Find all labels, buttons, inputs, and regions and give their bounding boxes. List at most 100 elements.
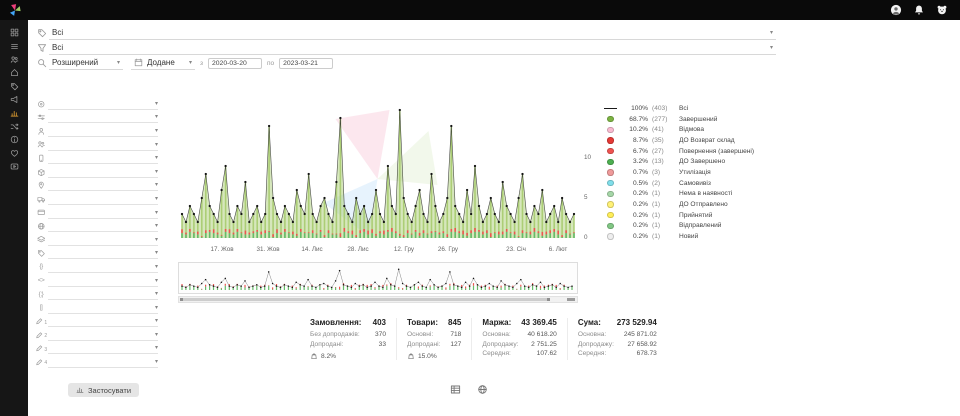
stats-col-orders: Замовлення:403Без допродажів:370Допродан… <box>300 318 396 360</box>
chevron-down-icon: ▾ <box>189 59 192 66</box>
filter-select-custom-field-1[interactable]: ▾ <box>48 261 158 273</box>
sidebar-item-support[interactable] <box>3 148 25 159</box>
table-view-icon[interactable] <box>450 384 461 395</box>
filter-select-tags[interactable]: ▾ <box>48 247 158 259</box>
filter-select-custom-field-4[interactable]: ▾ <box>48 302 158 314</box>
sidebar-item-customers[interactable] <box>3 54 25 65</box>
legend-count: (35) <box>652 137 678 144</box>
stats-sub-row: Допродажу:27 658.92 <box>578 341 657 351</box>
filter-select-delivery[interactable]: ▾ <box>48 193 158 205</box>
scrollbar-end-handle[interactable] <box>567 298 575 301</box>
legend-item-10[interactable]: 0.2%(1)Прийнятий <box>603 210 783 221</box>
sidebar-item-products[interactable] <box>3 81 25 92</box>
sidebar-item-analytics[interactable] <box>3 107 25 118</box>
stats-sub-label: Допродані: <box>310 341 343 351</box>
stats-sub-label: Середня: <box>482 350 511 360</box>
legend-label: Самовивіз <box>679 180 711 187</box>
search-icon[interactable] <box>34 58 49 68</box>
legend-item-6[interactable]: 0.7%(3)Утилізація <box>603 167 783 178</box>
chevron-down-icon: ▾ <box>155 263 158 270</box>
phone-icon <box>34 154 48 163</box>
sidebar-item-dashboard[interactable] <box>3 27 25 38</box>
field-number: 1 <box>44 320 46 326</box>
stats-upsell-badge: 15.0% <box>407 352 461 360</box>
legend-item-11[interactable]: 0.2%(1)Відправлений <box>603 221 783 232</box>
app-logo-icon[interactable] <box>8 3 22 17</box>
chart-scrollbar[interactable] <box>178 296 578 303</box>
chart-icon <box>10 109 19 118</box>
date-from-label: з <box>200 60 203 67</box>
date-to-input[interactable] <box>279 58 333 69</box>
topbar-notifications-icon[interactable] <box>912 4 925 17</box>
filter-select-parameters[interactable]: ▾ <box>48 111 158 123</box>
sidebar-item-integrations[interactable] <box>3 121 25 132</box>
legend-item-3[interactable]: 8.7%(35)ДО Возврат склад <box>603 135 783 146</box>
layers-icon <box>34 235 48 244</box>
stats-title-row: Товари:845 <box>407 318 461 327</box>
scrollbar-handle-right[interactable] <box>547 298 550 301</box>
filter-select-payment[interactable]: ▾ <box>48 207 158 219</box>
filter-select-note-4[interactable]: ▾ <box>48 356 158 368</box>
legend-item-0[interactable]: 100%(403)Всі <box>603 103 783 114</box>
filter-select-status[interactable]: ▾ <box>48 98 158 110</box>
filter-select-phone[interactable]: ▾ <box>48 152 158 164</box>
filter-row-note-3: 3▾ <box>34 342 158 356</box>
stats-value: 43 369.45 <box>521 318 557 327</box>
chevron-down-icon: ▾ <box>155 168 158 175</box>
chart-legend: 100%(403)Всі68.7%(277)Завершений10.2%(41… <box>603 103 783 242</box>
status-select[interactable]: Всі ▾ <box>49 42 776 55</box>
scrollbar-thumb[interactable] <box>180 298 550 301</box>
chevron-down-icon: ▾ <box>155 304 158 311</box>
apply-filters-button[interactable]: Застосувати <box>68 383 139 397</box>
orders-timeline-chart[interactable] <box>178 98 578 242</box>
scrollbar-handle-left[interactable] <box>180 298 183 301</box>
topbar-profile-icon[interactable] <box>889 4 902 17</box>
legend-label: Повернення (завершені) <box>679 148 754 155</box>
sidebar-item-marketing[interactable] <box>3 94 25 105</box>
legend-item-9[interactable]: 0.2%(1)ДО Отправлено <box>603 199 783 210</box>
topbar <box>0 0 960 20</box>
legend-item-5[interactable]: 3.2%(13)ДО Завершено <box>603 156 783 167</box>
filter-select-note-1[interactable]: ▾ <box>48 315 158 327</box>
filter-select-custom-field-3[interactable]: ▾ <box>48 288 158 300</box>
x-axis-label: 12. Гру <box>394 246 414 253</box>
legend-percent: 0.5% <box>621 180 648 187</box>
filter-select-note-3[interactable]: ▾ <box>48 342 158 354</box>
legend-item-2[interactable]: 10.2%(41)Відмова <box>603 124 783 135</box>
filter-select-custom-field-2[interactable]: ▾ <box>48 275 158 287</box>
sidebar-item-tutorials[interactable] <box>3 161 25 172</box>
stats-title-row: Маржа:43 369.45 <box>482 318 556 327</box>
filter-row-payment: ▾ <box>34 206 158 220</box>
chart-navigator[interactable] <box>178 262 578 294</box>
legend-item-1[interactable]: 68.7%(277)Завершений <box>603 114 783 125</box>
filter-select-client[interactable]: ▾ <box>48 139 158 151</box>
filter-select-region[interactable]: ▾ <box>48 179 158 191</box>
legend-item-12[interactable]: 0.2%(1)Новий <box>603 231 783 242</box>
order-type-select[interactable]: Всі ▾ <box>49 27 776 40</box>
legend-percent: 0.2% <box>621 190 648 197</box>
filter-select-note-2[interactable]: ▾ <box>48 329 158 341</box>
search-mode-select[interactable]: Розширений ▾ <box>49 57 123 70</box>
legend-item-8[interactable]: 0.2%(1)Нема в наявності <box>603 189 783 200</box>
date-field-select[interactable]: Додане ▾ <box>131 57 195 70</box>
legend-item-7[interactable]: 0.5%(2)Самовивіз <box>603 178 783 189</box>
heart-icon <box>10 149 19 158</box>
filter-select-category[interactable]: ▾ <box>48 234 158 246</box>
filter-select-manager[interactable]: ▾ <box>48 125 158 137</box>
stats-sub-label: Основна: <box>482 331 510 341</box>
filter-select-source[interactable]: ▾ <box>48 220 158 232</box>
legend-swatch <box>603 169 618 175</box>
date-from-input[interactable] <box>208 58 262 69</box>
legend-item-4[interactable]: 6.7%(27)Повернення (завершені) <box>603 146 783 157</box>
legend-percent: 8.7% <box>621 137 648 144</box>
chevron-down-icon: ▾ <box>155 222 158 229</box>
x-axis-label: 28. Лис <box>347 246 368 253</box>
filter-row-region: ▾ <box>34 179 158 193</box>
stats-badge-value: 15.0% <box>418 353 437 360</box>
sidebar-item-orders[interactable] <box>3 40 25 51</box>
export-globe-icon[interactable] <box>477 384 488 395</box>
sidebar-item-info[interactable] <box>3 134 25 145</box>
filter-select-product[interactable]: ▾ <box>48 166 158 178</box>
sidebar-item-store[interactable] <box>3 67 25 78</box>
topbar-assistant-icon[interactable] <box>935 4 948 17</box>
